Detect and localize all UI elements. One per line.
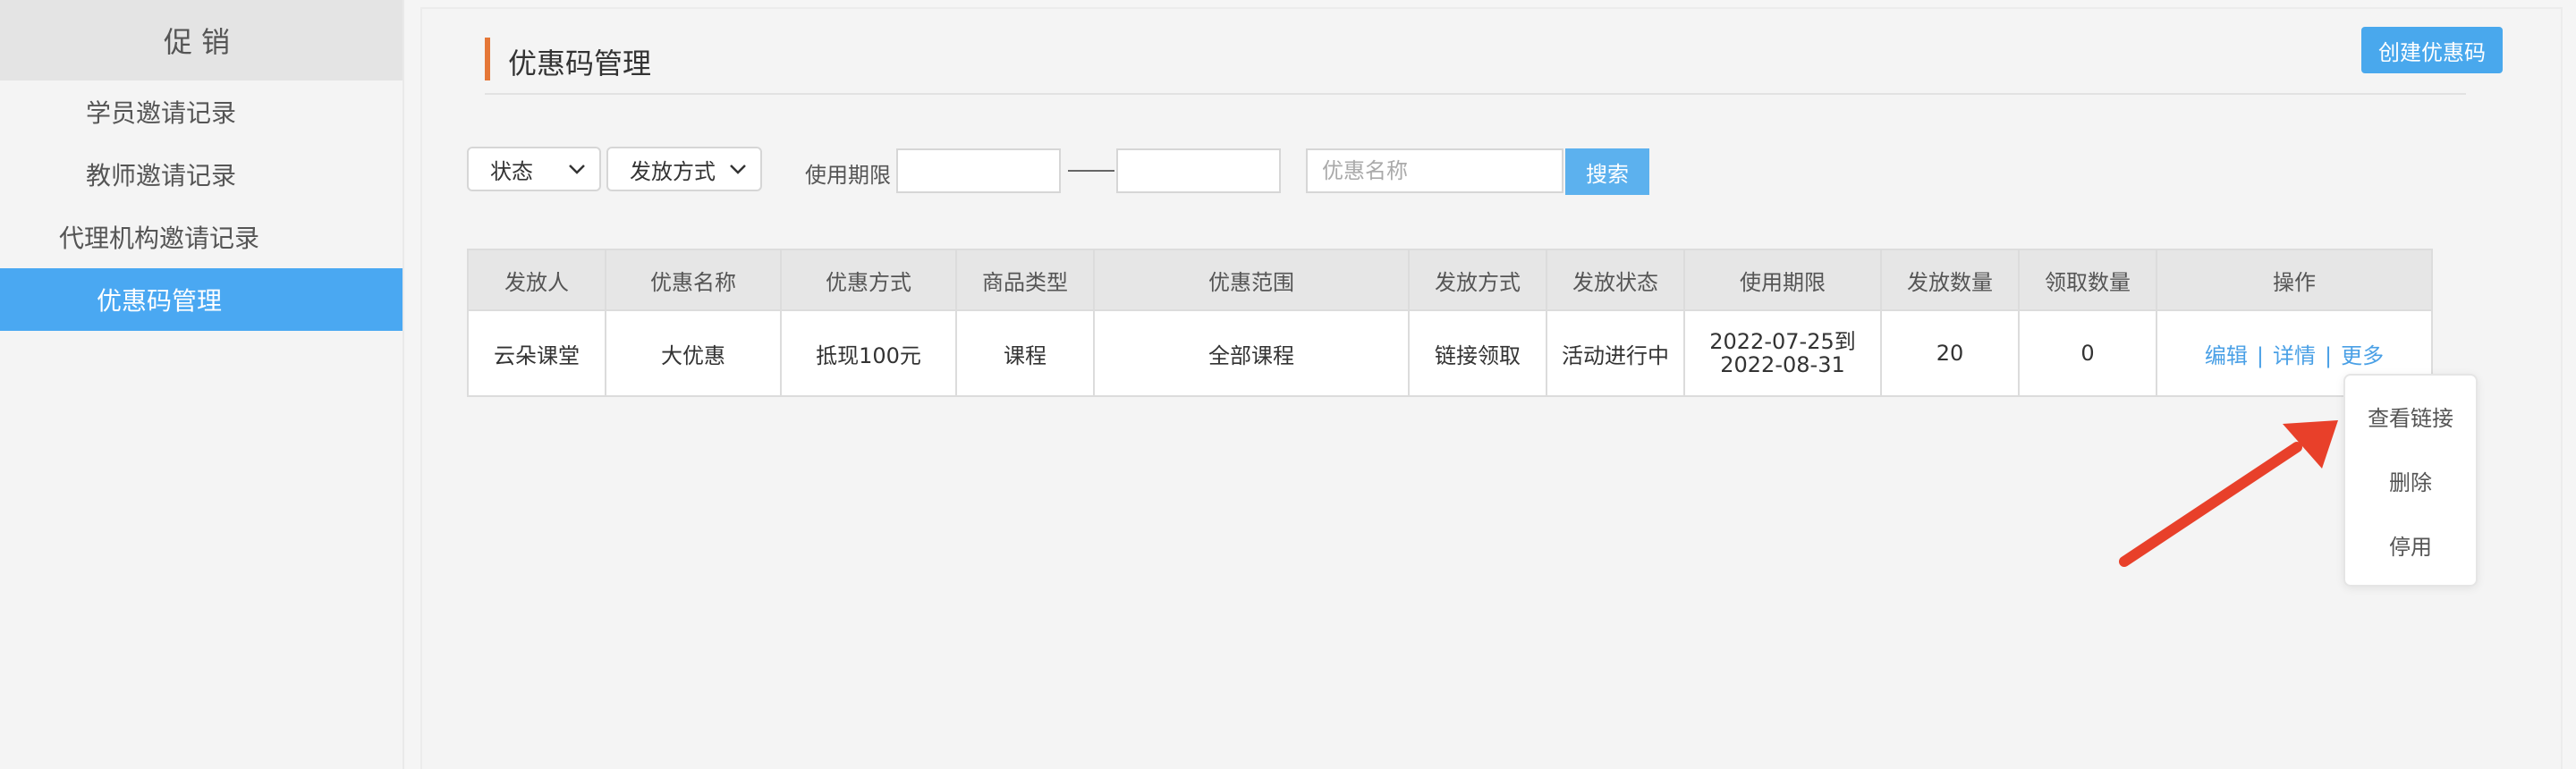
cell-received-count: 0 bbox=[2018, 309, 2157, 397]
status-select[interactable]: 状态 bbox=[467, 147, 601, 191]
edit-link[interactable]: 编辑 bbox=[2205, 343, 2248, 368]
search-button[interactable]: 搜索 bbox=[1565, 148, 1649, 195]
more-link[interactable]: 更多 bbox=[2341, 343, 2384, 368]
column-header: 商品类型 bbox=[955, 249, 1095, 311]
column-header: 发放状态 bbox=[1546, 249, 1685, 311]
column-header: 优惠方式 bbox=[780, 249, 957, 311]
cell-product-type: 课程 bbox=[955, 309, 1095, 397]
menu-item-disable[interactable]: 停用 bbox=[2345, 529, 2476, 561]
details-link[interactable]: 详情 bbox=[2273, 343, 2316, 368]
action-separator: | bbox=[2256, 342, 2264, 368]
table-row: 云朵课堂 大优惠 抵现100元 课程 全部课程 链接领取 活动进行中 2022-… bbox=[467, 309, 2433, 397]
end-date-input[interactable] bbox=[1116, 148, 1281, 193]
cell-coupon-name: 大优惠 bbox=[605, 309, 782, 397]
sidebar-item-teacher-invites[interactable]: 教师邀请记录 bbox=[0, 143, 402, 206]
chevron-down-icon bbox=[730, 165, 746, 174]
sidebar-item-agency-invites[interactable]: 代理机构邀请记录 bbox=[0, 206, 402, 268]
page-title: 优惠码管理 bbox=[508, 46, 652, 80]
cell-issuer: 云朵课堂 bbox=[467, 309, 606, 397]
table-header-row: 发放人 优惠名称 优惠方式 商品类型 优惠范围 发放方式 发放状态 使用期限 发… bbox=[467, 249, 2433, 311]
menu-item-view-link[interactable]: 查看链接 bbox=[2345, 401, 2476, 432]
cell-issued-count: 20 bbox=[1880, 309, 2020, 397]
sidebar-header: 促销 bbox=[0, 0, 402, 80]
status-select-value: 状态 bbox=[490, 158, 533, 184]
sidebar: 促销 学员邀请记录 教师邀请记录 代理机构邀请记录 优惠码管理 bbox=[0, 0, 404, 769]
main-panel: 优惠码管理 创建优惠码 状态 发放方式 使用期限 搜索 发放人 优惠名称 优惠方… bbox=[420, 7, 2563, 769]
title-accent-bar bbox=[485, 38, 490, 80]
cell-period: 2022-07-25到 2022-08-31 bbox=[1683, 309, 1882, 397]
cell-scope: 全部课程 bbox=[1093, 309, 1410, 397]
sidebar-item-student-invites[interactable]: 学员邀请记录 bbox=[0, 80, 402, 143]
period-label: 使用期限 bbox=[805, 163, 891, 188]
sidebar-item-coupon-management[interactable]: 优惠码管理 bbox=[0, 268, 402, 331]
issue-method-select-value: 发放方式 bbox=[630, 158, 716, 184]
column-header: 发放方式 bbox=[1408, 249, 1547, 311]
title-bar: 优惠码管理 创建优惠码 bbox=[485, 27, 2503, 95]
column-header: 发放数量 bbox=[1880, 249, 2020, 311]
cell-discount-method: 抵现100元 bbox=[780, 309, 957, 397]
cell-status: 活动进行中 bbox=[1546, 309, 1685, 397]
menu-item-delete[interactable]: 删除 bbox=[2345, 465, 2476, 496]
column-header: 领取数量 bbox=[2018, 249, 2157, 311]
chevron-down-icon bbox=[569, 165, 585, 174]
column-header: 操作 bbox=[2156, 249, 2433, 311]
column-header: 优惠范围 bbox=[1093, 249, 1410, 311]
action-separator: | bbox=[2325, 342, 2333, 368]
create-coupon-button[interactable]: 创建优惠码 bbox=[2361, 27, 2503, 73]
start-date-input[interactable] bbox=[896, 148, 1061, 193]
more-menu: 查看链接 删除 停用 bbox=[2343, 374, 2478, 587]
coupon-name-input[interactable] bbox=[1306, 148, 1563, 193]
column-header: 发放人 bbox=[467, 249, 606, 311]
date-range-dash bbox=[1068, 170, 1114, 172]
cell-issue-method: 链接领取 bbox=[1408, 309, 1547, 397]
column-header: 使用期限 bbox=[1683, 249, 1882, 311]
column-header: 优惠名称 bbox=[605, 249, 782, 311]
coupon-table: 发放人 优惠名称 优惠方式 商品类型 优惠范围 发放方式 发放状态 使用期限 发… bbox=[467, 249, 2433, 397]
issue-method-select[interactable]: 发放方式 bbox=[606, 147, 762, 191]
